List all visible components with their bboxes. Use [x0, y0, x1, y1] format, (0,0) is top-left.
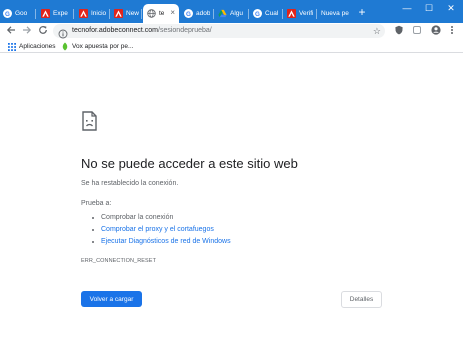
tab-close-icon[interactable]: × — [170, 8, 175, 18]
browser-tab[interactable]: G Cual — [250, 4, 283, 23]
adobe-icon — [287, 9, 296, 18]
svg-text:G: G — [5, 11, 10, 18]
try-label: Prueba a: — [81, 200, 112, 207]
forward-arrow-icon[interactable] — [21, 25, 33, 38]
back-arrow-icon[interactable] — [5, 25, 17, 38]
adobe-icon — [41, 9, 50, 18]
error-code: ERR_CONNECTION_RESET — [81, 258, 157, 264]
error-message: Se ha restablecido la conexión. — [81, 180, 179, 187]
sad-page-icon — [82, 111, 97, 131]
bookmark-label: Aplicaciones — [19, 43, 56, 50]
adobe-icon — [79, 9, 88, 18]
svg-text:G: G — [255, 11, 260, 18]
tab-title: adob — [196, 10, 211, 17]
details-button[interactable]: Detalles — [341, 291, 382, 308]
vox-leaf-icon — [60, 42, 69, 51]
adobe-icon — [114, 9, 123, 18]
bookmarks-bar: Aplicaciones Vox apuesta por pe... — [0, 40, 463, 53]
google-g-icon: G — [253, 9, 262, 18]
error-heading: No se puede acceder a este sitio web — [81, 156, 298, 171]
browser-tab[interactable]: Verifi — [284, 4, 317, 23]
bookmark-apps[interactable]: Aplicaciones — [7, 41, 56, 52]
suggestion-run-diagnostics-link[interactable]: Ejecutar Diagnósticos de red de Windows — [92, 236, 231, 248]
suggestions-list: Comprobar la conexión Comprobar el proxy… — [92, 212, 231, 248]
reload-button[interactable]: Volver a cargar — [81, 291, 142, 307]
browser-tab[interactable]: New — [111, 4, 142, 23]
tab-title: New — [126, 10, 140, 17]
browser-toolbar: tecnofor.adobeconnect.com/sesiondeprueba… — [0, 23, 463, 40]
tab-title: Goo — [15, 10, 28, 17]
browser-title-bar: G Goo Expe Inicio New te × G adob Algu G… — [0, 0, 463, 23]
browser-tab-active[interactable]: te × — [143, 4, 179, 23]
tab-title: Algu — [230, 10, 244, 17]
tab-title: Nueva pe — [321, 10, 349, 17]
suggestion-check-proxy-link[interactable]: Comprobar el proxy y el cortafuegos — [92, 224, 231, 236]
apps-grid-icon — [7, 42, 16, 51]
error-page: No se puede acceder a este sitio web Se … — [0, 54, 463, 351]
svg-text:G: G — [186, 11, 191, 18]
reload-icon[interactable] — [37, 25, 49, 38]
tab-title: te — [159, 10, 165, 17]
bookmark-label: Vox apuesta por pe... — [72, 43, 134, 50]
tab-title: Inicio — [91, 10, 107, 17]
browser-tab[interactable]: Inicio — [76, 4, 110, 23]
new-tab-button[interactable]: + — [356, 6, 368, 18]
address-bar[interactable]: tecnofor.adobeconnect.com/sesiondeprueba… — [53, 24, 385, 39]
profile-avatar-icon[interactable] — [430, 25, 442, 38]
url-text: tecnofor.adobeconnect.com/sesiondeprueba… — [72, 24, 212, 38]
extension-icon[interactable] — [411, 25, 423, 38]
google-g-icon: G — [3, 9, 12, 18]
browser-tab[interactable]: G Goo — [0, 4, 36, 23]
info-icon[interactable] — [58, 26, 68, 39]
tab-title: Cual — [265, 10, 279, 17]
minimize-button[interactable]: — — [396, 0, 418, 16]
browser-tab[interactable]: Algu — [215, 4, 249, 23]
url-path: /sesiondeprueba/ — [158, 27, 212, 34]
globe-icon — [147, 9, 156, 18]
close-window-button[interactable]: ✕ — [440, 0, 462, 16]
browser-tab[interactable]: G adob — [181, 4, 214, 23]
bookmark-star-icon[interactable]: ☆ — [373, 24, 381, 38]
kebab-menu-icon[interactable] — [446, 25, 458, 38]
extension-shield-icon[interactable] — [393, 25, 405, 38]
tab-title: Verifi — [299, 10, 314, 17]
tab-title: Expe — [53, 10, 68, 17]
maximize-button[interactable]: ☐ — [418, 0, 440, 16]
google-g-icon: G — [184, 9, 193, 18]
suggestion-check-connection: Comprobar la conexión — [92, 212, 231, 224]
url-host: tecnofor.adobeconnect.com — [72, 27, 159, 34]
bookmark-vox[interactable]: Vox apuesta por pe... — [60, 41, 133, 52]
browser-tab[interactable]: Expe — [38, 4, 74, 23]
google-drive-icon — [218, 9, 227, 18]
browser-tab[interactable]: Nueva pe — [318, 4, 353, 23]
